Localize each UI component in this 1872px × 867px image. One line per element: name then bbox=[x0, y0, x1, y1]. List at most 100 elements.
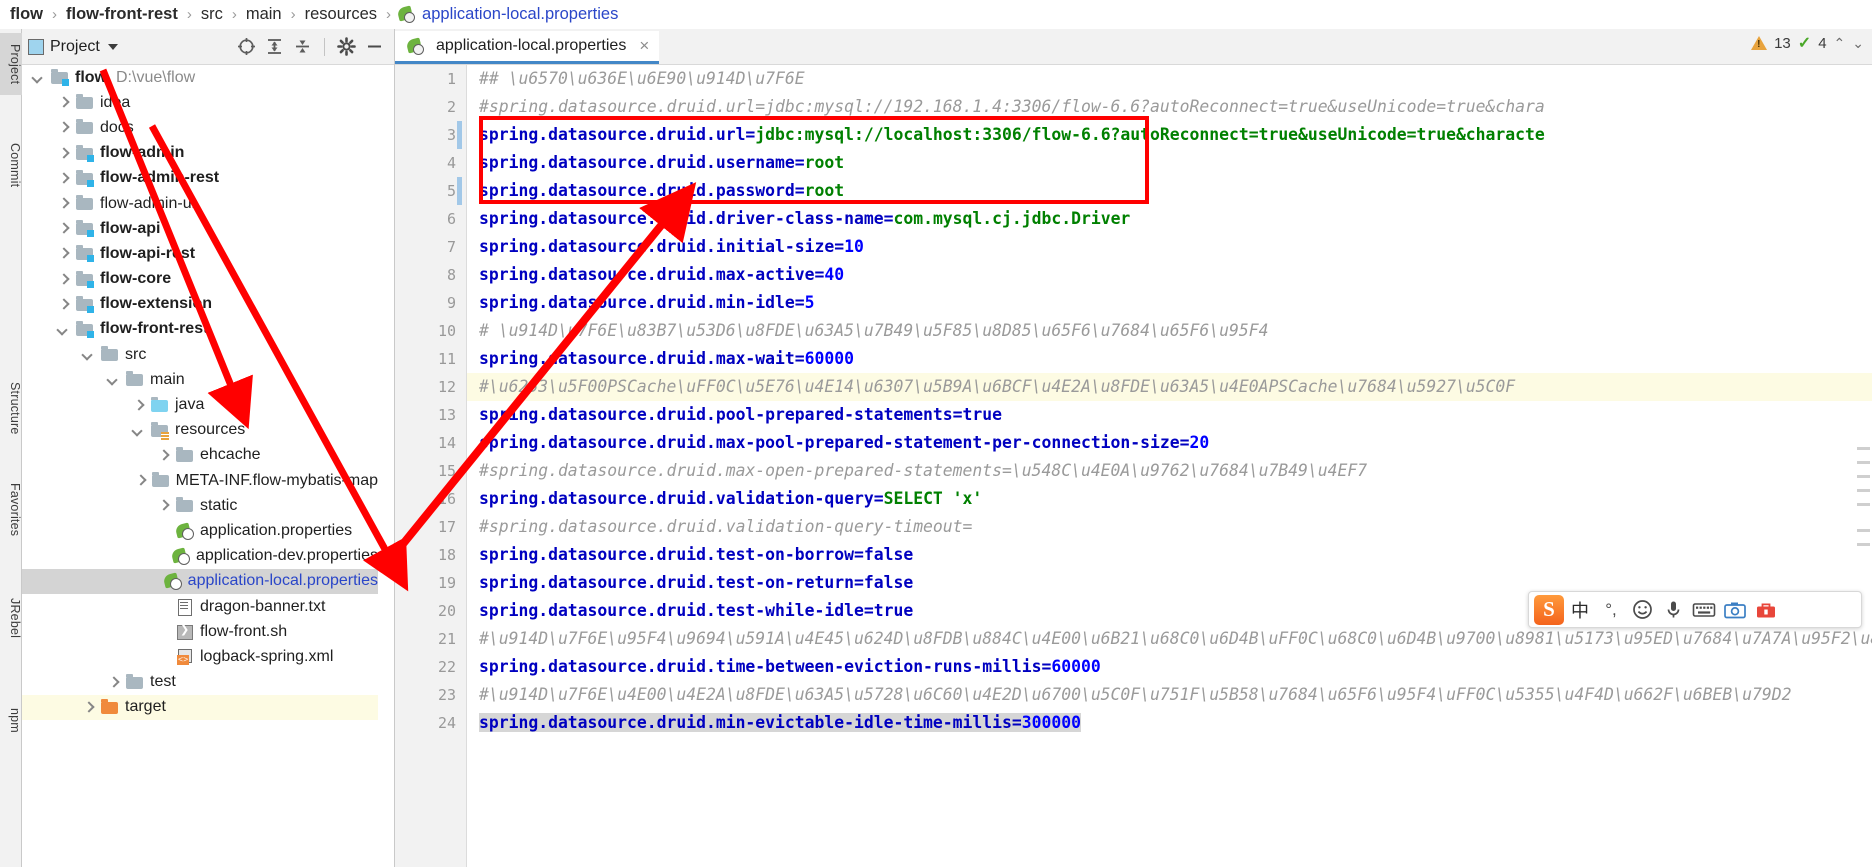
tree-node-target[interactable]: target bbox=[22, 694, 378, 720]
tree-node-flow[interactable]: flow D:\vue\flow bbox=[22, 65, 378, 90]
tree-node-main[interactable]: main bbox=[22, 367, 378, 392]
chevron-right-icon[interactable] bbox=[157, 449, 170, 462]
chevron-right-icon[interactable] bbox=[57, 247, 70, 260]
ime-punctuation-button[interactable]: °, bbox=[1596, 595, 1626, 625]
error-stripe-mark[interactable] bbox=[1857, 447, 1870, 450]
vcs-change-marker[interactable] bbox=[457, 177, 462, 205]
tab-application-local-properties[interactable]: application-local.properties × bbox=[395, 31, 660, 64]
ime-screenshot-button[interactable] bbox=[1720, 595, 1750, 625]
next-problem-icon[interactable]: ⌄ bbox=[1852, 35, 1864, 52]
project-tree[interactable]: flow D:\vue\flow idea docs flow-admin flow-ad… bbox=[22, 65, 378, 867]
chevron-right-icon[interactable] bbox=[57, 172, 70, 185]
sogou-logo-icon[interactable]: S bbox=[1534, 594, 1564, 625]
tree-node-flow-front-sh[interactable]: flow-front.sh bbox=[22, 619, 378, 644]
code-line[interactable]: ## \u6570\u636E\u6E90\u914D\u7F6E bbox=[467, 65, 1872, 93]
tree-node-application-local-properties[interactable]: application-local.properties bbox=[22, 568, 378, 594]
tree-node-docs[interactable]: docs bbox=[22, 115, 378, 140]
tree-node-src[interactable]: src bbox=[22, 342, 378, 367]
code-line[interactable]: #spring.datasource.druid.validation-quer… bbox=[467, 513, 1872, 541]
editor-gutter[interactable]: 1 2 3 4 5 6 7 8 9 10 11 12 13 14 15 16 17 18 19 20 21 22 23 24 bbox=[395, 65, 467, 867]
code-line[interactable]: #\u6253\u5F00PSCache\uFF0C\u5E76\u4E14\u… bbox=[467, 373, 1872, 401]
code-line[interactable]: spring.datasource.druid.driver-class-nam… bbox=[467, 205, 1872, 233]
breadcrumb-item-flow-front-rest[interactable]: flow-front-rest bbox=[64, 5, 180, 24]
chevron-right-icon[interactable] bbox=[57, 298, 70, 311]
prev-problem-icon[interactable]: ⌃ bbox=[1834, 35, 1846, 52]
chevron-right-icon[interactable] bbox=[157, 499, 170, 512]
chevron-right-icon[interactable] bbox=[132, 399, 145, 412]
tree-node-flow-admin-ui[interactable]: flow-admin-ui bbox=[22, 191, 378, 216]
ime-mode-chinese-button[interactable]: 中 bbox=[1565, 595, 1595, 625]
expand-all-icon[interactable] bbox=[265, 37, 284, 56]
error-stripe-mark[interactable] bbox=[1857, 503, 1870, 506]
chevron-down-icon[interactable] bbox=[132, 424, 145, 437]
tree-node-application-dev-properties[interactable]: application-dev.properties bbox=[22, 544, 378, 569]
collapse-all-icon[interactable] bbox=[293, 37, 312, 56]
sidebar-item-favorites[interactable]: Favorites bbox=[0, 467, 22, 553]
breadcrumb-item-application-local-properties[interactable]: application-local.properties bbox=[398, 5, 620, 24]
chevron-right-icon[interactable] bbox=[57, 96, 70, 109]
code-line[interactable]: spring.datasource.druid.max-wait=60000 bbox=[467, 345, 1872, 373]
tree-node-application-properties[interactable]: application.properties bbox=[22, 518, 378, 543]
chevron-right-icon[interactable] bbox=[82, 701, 95, 714]
chevron-right-icon[interactable] bbox=[57, 147, 70, 160]
inspection-widget[interactable]: 13 ✓ 4 ⌃ ⌄ bbox=[1751, 33, 1864, 53]
breadcrumb-item-resources[interactable]: resources bbox=[303, 5, 379, 24]
code-line[interactable]: spring.datasource.druid.pool-prepared-st… bbox=[467, 401, 1872, 429]
sidebar-item-npm[interactable]: npm bbox=[0, 697, 22, 743]
chevron-down-icon[interactable] bbox=[57, 323, 70, 336]
tree-node-java[interactable]: java bbox=[22, 392, 378, 417]
code-line[interactable]: spring.datasource.druid.initial-size=10 bbox=[467, 233, 1872, 261]
close-icon[interactable]: × bbox=[639, 36, 649, 56]
tree-node-ehcache[interactable]: ehcache bbox=[22, 443, 378, 468]
code-line[interactable]: spring.datasource.druid.min-idle=5 bbox=[467, 289, 1872, 317]
sidebar-item-structure[interactable]: Structure bbox=[0, 367, 22, 449]
code-line[interactable]: #\u914D\u7F6E\u95F4\u9694\u591A\u4E45\u6… bbox=[467, 625, 1872, 653]
tree-node-logback-spring-xml[interactable]: logback-spring.xml bbox=[22, 644, 378, 669]
breadcrumb-item-flow[interactable]: flow bbox=[8, 5, 45, 24]
error-stripe-mark[interactable] bbox=[1857, 489, 1870, 492]
tree-node-meta-inf-flow-mybatis-map[interactable]: META-INF.flow-mybatis-map bbox=[22, 468, 378, 493]
breadcrumb-item-main[interactable]: main bbox=[244, 5, 284, 24]
tree-node-flow-front-rest[interactable]: flow-front-rest bbox=[22, 317, 378, 342]
error-stripe-mark[interactable] bbox=[1857, 475, 1870, 478]
error-stripe-mark[interactable] bbox=[1857, 461, 1870, 464]
vcs-change-marker[interactable] bbox=[457, 121, 462, 149]
ime-toolbox-button[interactable] bbox=[1751, 595, 1781, 625]
tree-node-flow-admin-rest[interactable]: flow-admin-rest bbox=[22, 166, 378, 191]
sidebar-item-project[interactable]: Project bbox=[0, 33, 22, 95]
code-line[interactable]: #\u914D\u7F6E\u4E00\u4E2A\u8FDE\u63A5\u5… bbox=[467, 681, 1872, 709]
code-line[interactable]: spring.datasource.druid.url=jdbc:mysql:/… bbox=[467, 121, 1872, 149]
code-line[interactable]: spring.datasource.druid.validation-query… bbox=[467, 485, 1872, 513]
tree-node-test[interactable]: test bbox=[22, 670, 378, 695]
code-line[interactable]: spring.datasource.druid.min-evictable-id… bbox=[467, 709, 1872, 737]
code-line[interactable]: # \u914D\u7F6E\u83B7\u53D6\u8FDE\u63A5\u… bbox=[467, 317, 1872, 345]
code-line[interactable]: spring.datasource.druid.max-active=40 bbox=[467, 261, 1872, 289]
gear-icon[interactable] bbox=[337, 37, 356, 56]
code-line[interactable]: spring.datasource.druid.username=root bbox=[467, 149, 1872, 177]
chevron-down-icon[interactable] bbox=[32, 71, 45, 84]
code-line[interactable]: spring.datasource.druid.max-pool-prepare… bbox=[467, 429, 1872, 457]
chevron-right-icon[interactable] bbox=[57, 222, 70, 235]
chevron-right-icon[interactable] bbox=[57, 121, 70, 134]
sidebar-item-commit[interactable]: Commit bbox=[0, 129, 22, 201]
sidebar-item-jrebel[interactable]: JRebel bbox=[0, 585, 22, 651]
code-line[interactable]: spring.datasource.druid.test-on-borrow=f… bbox=[467, 541, 1872, 569]
chevron-right-icon[interactable] bbox=[57, 197, 70, 210]
error-stripe-mark[interactable] bbox=[1857, 543, 1870, 546]
tree-node-flow-core[interactable]: flow-core bbox=[22, 267, 378, 292]
ime-voice-input-button[interactable] bbox=[1658, 595, 1688, 625]
tree-node-flow-api[interactable]: flow-api bbox=[22, 216, 378, 241]
chevron-down-icon[interactable] bbox=[107, 43, 118, 50]
breadcrumb-item-src[interactable]: src bbox=[199, 5, 225, 24]
ime-floating-toolbar[interactable]: S 中 °, bbox=[1528, 591, 1862, 628]
chevron-right-icon[interactable] bbox=[134, 474, 147, 487]
tree-node-dragon-banner-txt[interactable]: dragon-banner.txt bbox=[22, 594, 378, 619]
tree-node-flow-extension[interactable]: flow-extension bbox=[22, 292, 378, 317]
ime-soft-keyboard-button[interactable] bbox=[1689, 595, 1719, 625]
code-line[interactable]: spring.datasource.druid.time-between-evi… bbox=[467, 653, 1872, 681]
hide-panel-icon[interactable] bbox=[365, 37, 384, 56]
chevron-down-icon[interactable] bbox=[107, 373, 120, 386]
code-line[interactable]: #spring.datasource.druid.url=jdbc:mysql:… bbox=[467, 93, 1872, 121]
chevron-down-icon[interactable] bbox=[82, 348, 95, 361]
code-line[interactable]: spring.datasource.druid.password=root bbox=[467, 177, 1872, 205]
